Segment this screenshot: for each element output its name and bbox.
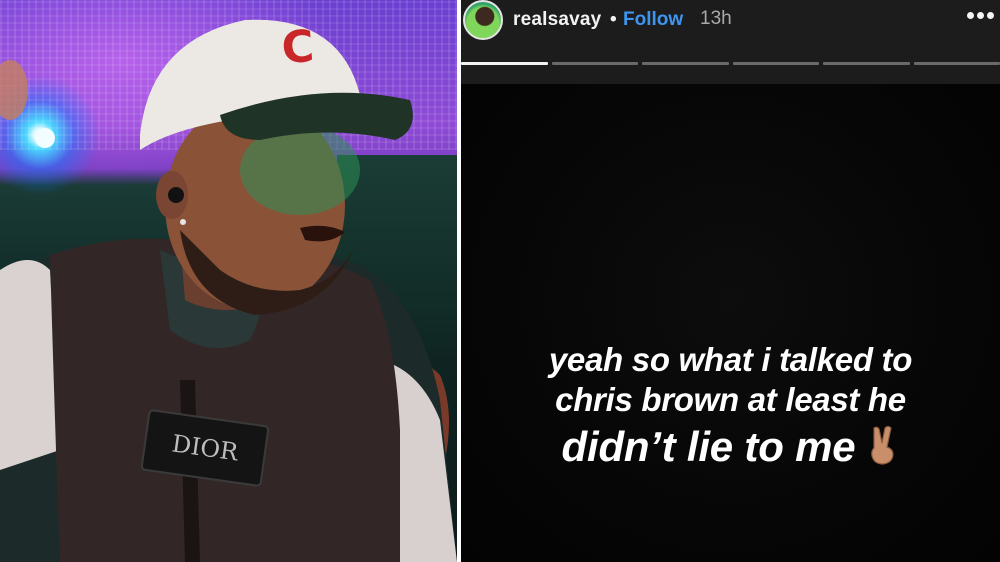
story-header: realsavay • Follow 13h xyxy=(461,0,1000,84)
progress-segment xyxy=(913,62,1000,65)
caption-line-3: didn’t lie to me xyxy=(561,423,856,470)
progress-segment xyxy=(732,62,819,65)
victory-hand-icon xyxy=(871,425,895,465)
cap-logo-text: C xyxy=(280,21,316,74)
performer-illustration: DIOR C xyxy=(0,19,457,562)
more-options-icon[interactable] xyxy=(965,6,996,25)
more-dot xyxy=(967,12,974,19)
username-link[interactable]: realsavay xyxy=(513,9,601,31)
progress-segment xyxy=(461,62,548,65)
follow-button[interactable]: Follow xyxy=(623,9,683,31)
progress-segment xyxy=(823,62,910,65)
progress-segment xyxy=(642,62,729,65)
concert-photo: DIOR C xyxy=(0,0,457,562)
story-background xyxy=(461,84,1000,562)
story-progress-bar xyxy=(461,62,1000,65)
caption-line-1: yeah so what i talked to xyxy=(548,341,913,378)
instagram-story: realsavay • Follow 13h yeah so what i ta… xyxy=(461,0,1000,562)
composite-image: DIOR C realsavay • Follow 13h yeah so wh… xyxy=(0,0,1000,562)
caption-line-3-wrap: didn’t lie to me xyxy=(461,420,1000,474)
story-caption: yeah so what i talked to chris brown at … xyxy=(461,340,1000,474)
profile-avatar[interactable] xyxy=(463,0,503,40)
more-dot xyxy=(987,12,994,19)
story-timestamp: 13h xyxy=(700,8,732,29)
more-dot xyxy=(977,12,984,19)
caption-line-2: chris brown at least he xyxy=(555,381,906,418)
header-separator: • xyxy=(610,9,617,30)
progress-segment xyxy=(551,62,638,65)
